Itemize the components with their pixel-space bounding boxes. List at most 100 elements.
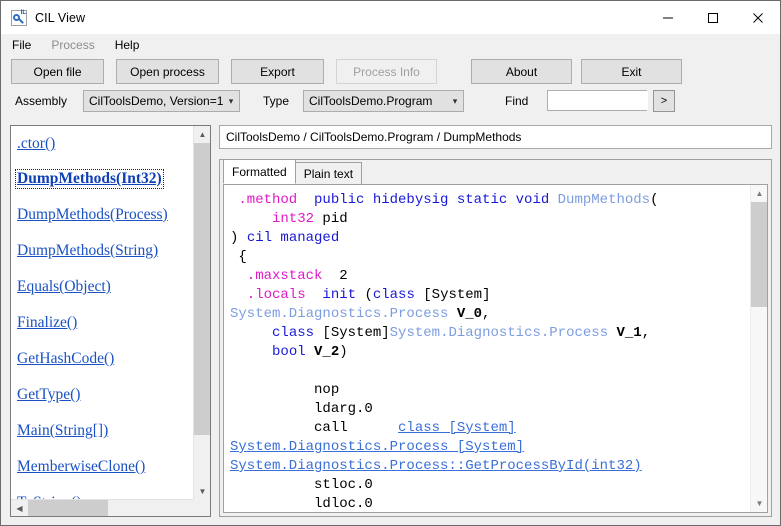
menu-bar: File Process Help [1, 34, 780, 56]
chevron-up-icon[interactable]: ▲ [751, 185, 767, 202]
code-token: V_2 [305, 344, 340, 360]
scroll-thumb[interactable] [751, 202, 767, 307]
code-token: init [305, 287, 365, 303]
process-info-button: Process Info [336, 59, 437, 84]
code-link[interactable]: System.Diagnostics.Process::GetProcessBy… [230, 458, 642, 474]
code-line: .locals init (class [System] [230, 286, 750, 305]
type-select[interactable]: CilToolsDemo.Program ▾ [303, 90, 464, 112]
code-link[interactable]: DumpMethods [558, 192, 650, 208]
content-panel: CilToolsDemo / CilToolsDemo.Program / Du… [219, 125, 772, 517]
assembly-select[interactable]: CilToolsDemo, Version=1 ▾ [83, 90, 240, 112]
list-item[interactable]: MemberwiseClone() [17, 458, 145, 476]
code-line: call class [System] [230, 419, 750, 438]
breadcrumb: CilToolsDemo / CilToolsDemo.Program / Du… [219, 125, 772, 149]
tab-container: Formatted Plain text .method public hide… [219, 159, 772, 517]
code-token: .locals [230, 287, 306, 303]
close-icon[interactable] [735, 1, 780, 34]
list-item[interactable]: Finalize() [17, 314, 77, 332]
code-link[interactable]: System.Diagnostics.Process [System] [230, 439, 524, 455]
menu-item-process: Process [51, 38, 95, 52]
cil-code-text[interactable]: .method public hidebysig static void Dum… [224, 185, 750, 512]
code-token: V_0 [448, 306, 483, 322]
list-item[interactable]: DumpMethods(Process) [17, 206, 168, 224]
list-item[interactable]: Main(String[]) [17, 422, 108, 440]
code-vertical-scrollbar[interactable]: ▲ ▼ [750, 185, 767, 512]
code-token: bool [272, 344, 306, 360]
list-item[interactable]: GetHashCode() [17, 350, 114, 368]
code-token: ldarg.0 [230, 401, 373, 417]
code-token: class [272, 325, 315, 341]
chevron-down-icon[interactable]: ▼ [194, 483, 210, 500]
code-token: , [482, 306, 491, 322]
open-process-button[interactable]: Open process [116, 59, 219, 84]
scroll-thumb[interactable] [28, 500, 108, 516]
list-item[interactable]: .ctor() [17, 135, 55, 153]
type-label: Type [263, 94, 290, 108]
code-token: cil managed [246, 230, 340, 246]
filter-bar: Assembly CilToolsDemo, Version=1 ▾ Type … [1, 90, 780, 116]
find-go-button[interactable]: > [653, 90, 675, 112]
code-line: class [System]System.Diagnostics.Process… [230, 324, 750, 343]
chevron-down-icon: ▾ [228, 96, 234, 106]
member-list[interactable]: .ctor() DumpMethods(Int32) DumpMethods(P… [11, 126, 193, 500]
list-item-selected[interactable]: DumpMethods(Int32) [15, 169, 164, 189]
code-token: ) [230, 230, 247, 246]
cil-view-app-icon: IL [11, 9, 27, 26]
code-link[interactable]: class [System] [398, 420, 516, 436]
code-line: ) cil managed [230, 229, 750, 248]
chevron-up-icon[interactable]: ▲ [194, 126, 210, 143]
tab-strip: Formatted Plain text [220, 159, 363, 184]
code-line: ldloc.0 [230, 495, 750, 512]
type-select-value: CilToolsDemo.Program [309, 94, 433, 108]
member-list-vertical-scrollbar[interactable]: ▲ ▼ [193, 126, 210, 500]
code-token: , [641, 325, 651, 341]
about-button[interactable]: About [471, 59, 572, 84]
tab-formatted[interactable]: Formatted [223, 159, 296, 184]
menu-item-help[interactable]: Help [106, 36, 149, 54]
code-line: nop [230, 381, 750, 400]
menu-item-file[interactable]: File [3, 36, 40, 54]
code-link[interactable]: System.Diagnostics.Process [390, 325, 608, 341]
list-item[interactable]: Equals(Object) [17, 278, 111, 296]
code-line: ldarg.0 [230, 400, 750, 419]
member-list-panel: .ctor() DumpMethods(Int32) DumpMethods(P… [10, 125, 211, 517]
maximize-icon[interactable] [690, 1, 735, 34]
chevron-down-icon[interactable]: ▼ [751, 495, 767, 512]
code-view: .method public hidebysig static void Dum… [223, 184, 768, 513]
code-token: public hidebysig static void [314, 192, 558, 208]
window-controls [645, 1, 780, 34]
code-line: int32 pid [230, 210, 750, 229]
code-link[interactable]: System.Diagnostics.Process [230, 306, 448, 322]
code-token: .maxstack [230, 268, 323, 284]
member-list-horizontal-scrollbar[interactable]: ◀ ▶ [11, 499, 210, 516]
code-token: { [230, 249, 247, 265]
find-label: Find [505, 94, 529, 108]
minimize-icon[interactable] [645, 1, 690, 34]
code-line: System.Diagnostics.Process V_0, [230, 305, 750, 324]
code-line: { [230, 248, 750, 267]
code-line: stloc.0 [230, 476, 750, 495]
tab-plain-text[interactable]: Plain text [294, 162, 363, 184]
code-line: System.Diagnostics.Process [System] [230, 438, 750, 457]
code-token: [System] [414, 287, 491, 303]
find-input-wrap[interactable] [547, 90, 648, 111]
code-token: stloc.0 [230, 477, 373, 493]
open-file-button[interactable]: Open file [11, 59, 104, 84]
scroll-thumb[interactable] [194, 143, 210, 435]
code-token: int32 [272, 211, 315, 227]
export-button[interactable]: Export [231, 59, 324, 84]
list-item[interactable]: GetType() [17, 386, 80, 404]
code-token: call [230, 420, 399, 436]
code-token: [System] [314, 325, 390, 341]
list-item[interactable]: DumpMethods(String) [17, 242, 158, 260]
find-input[interactable] [548, 91, 648, 110]
scrollbar-corner [193, 499, 210, 516]
code-token: ( [650, 192, 659, 208]
code-line: bool V_2) [230, 343, 750, 362]
code-token: class [372, 287, 415, 303]
chevron-left-icon[interactable]: ◀ [11, 500, 28, 516]
code-line: .maxstack 2 [230, 267, 750, 286]
exit-button[interactable]: Exit [581, 59, 682, 84]
